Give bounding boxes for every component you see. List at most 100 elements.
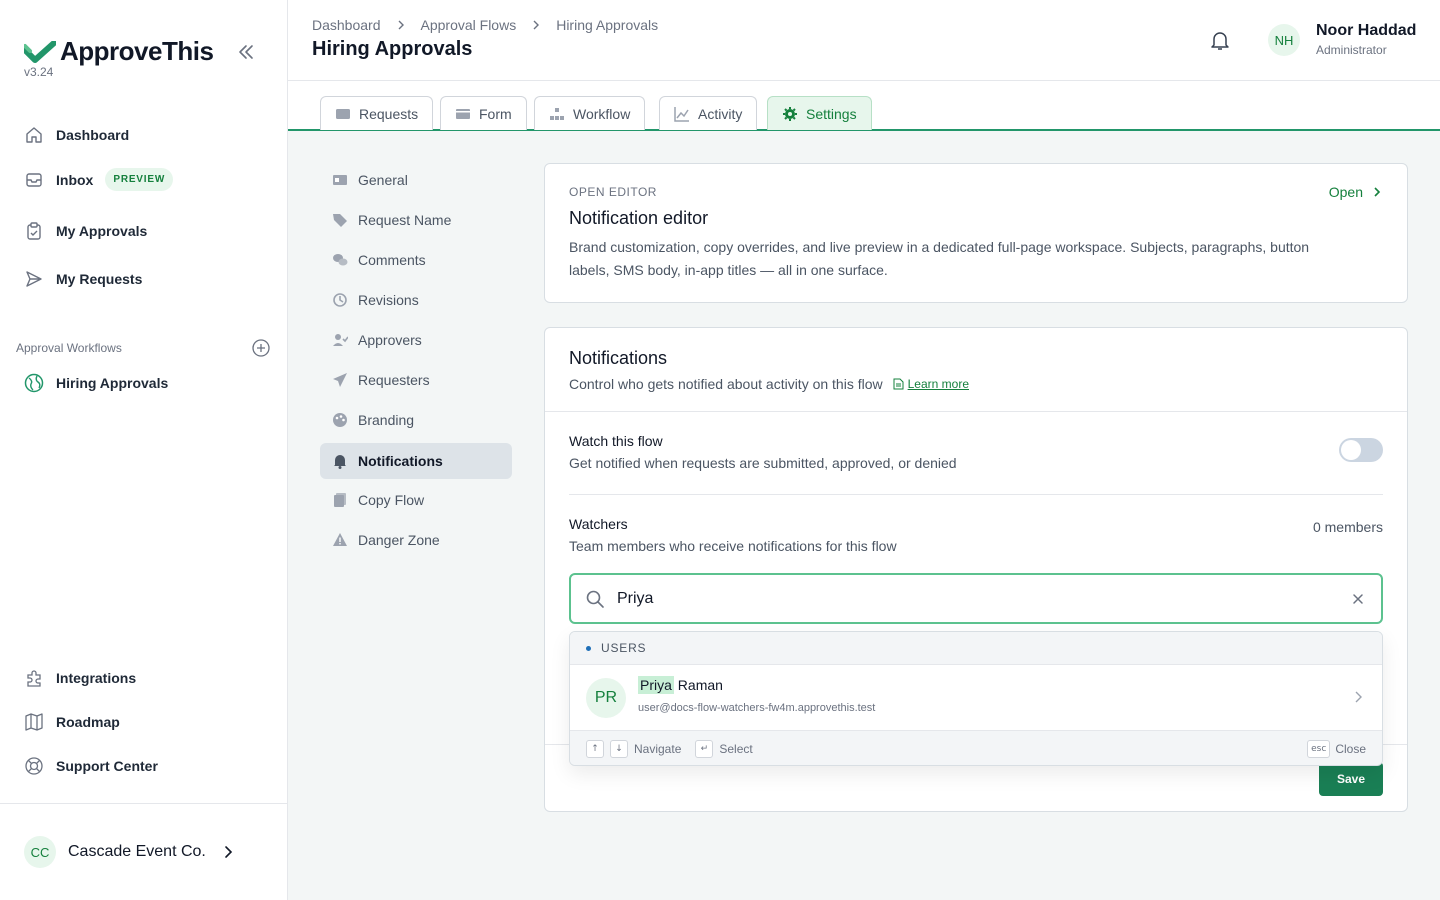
settings-notifications[interactable]: Notifications — [320, 443, 512, 479]
flow-tabs: Requests Form Workflow Activity Settings — [288, 81, 1440, 131]
nav-inbox[interactable]: Inbox PREVIEW — [24, 168, 174, 191]
tag-icon — [333, 214, 347, 227]
chevron-right-icon — [1374, 187, 1381, 197]
settings-revisions[interactable]: Revisions — [320, 282, 512, 318]
send-icon — [26, 271, 42, 287]
close-hint[interactable]: esc Close — [1307, 740, 1366, 758]
close-hint-label: Close — [1335, 742, 1366, 756]
flow-hiring-approvals-label: Hiring Approvals — [56, 375, 169, 391]
tab-requests-label: Requests — [359, 105, 419, 122]
editor-eyebrow: OPEN EDITOR — [569, 185, 657, 199]
save-button[interactable]: Save — [1319, 762, 1383, 796]
map-icon — [25, 713, 43, 731]
watcher-search-input[interactable] — [617, 589, 1317, 608]
notification-editor-card: OPEN EDITOR Notification editor Brand cu… — [544, 163, 1408, 303]
user-check-icon — [333, 334, 348, 346]
notifications-subtitle: Control who gets notified about activity… — [569, 376, 883, 392]
nav-integrations[interactable]: Integrations — [24, 668, 136, 688]
settings-approvers[interactable]: Approvers — [320, 322, 512, 358]
results-footer: ↑ ↓ Navigate ↵ Select esc Close — [570, 730, 1382, 765]
settings-copy-flow[interactable]: Copy Flow — [320, 482, 512, 518]
watch-flow-description: Get notified when requests are submitted… — [569, 455, 957, 471]
settings-request-name[interactable]: Request Name — [320, 202, 512, 238]
settings-general[interactable]: General — [320, 162, 512, 198]
flow-hiring-approvals[interactable]: Hiring Approvals — [24, 373, 168, 393]
tab-requests[interactable]: Requests — [320, 96, 434, 130]
collapse-sidebar-icon[interactable] — [234, 40, 258, 64]
nav-support-center[interactable]: Support Center — [24, 756, 158, 776]
inbox-tray-icon — [336, 108, 350, 119]
org-name: Cascade Event Co. — [68, 843, 206, 860]
editor-title: Notification editor — [569, 208, 709, 228]
tab-workflow[interactable]: Workflow — [534, 96, 646, 130]
gear-icon — [783, 106, 797, 121]
chevron-right-icon — [533, 20, 540, 30]
settings-danger-zone[interactable]: Danger Zone — [320, 522, 512, 558]
tab-activity[interactable]: Activity — [659, 96, 758, 130]
sidebar: ApproveThis v3.24 Dashboard Inbox PREVIE… — [0, 0, 288, 900]
results-group-header: USERS — [570, 632, 1382, 665]
esc-key-hint: esc — [1307, 740, 1331, 758]
preview-badge: PREVIEW — [105, 168, 174, 191]
breadcrumb-approval-flows[interactable]: Approval Flows — [421, 17, 517, 33]
settings-copy-flow-label: Copy Flow — [358, 492, 425, 508]
nav-my-requests-label: My Requests — [56, 271, 143, 287]
chevron-right-icon — [398, 20, 404, 30]
nav-my-approvals[interactable]: My Approvals — [24, 221, 147, 241]
group-dot — [586, 645, 591, 651]
result-avatar: PR — [586, 677, 626, 718]
page-title: Hiring Approvals — [312, 38, 473, 60]
nav-my-requests[interactable]: My Requests — [24, 269, 142, 289]
settings-comments[interactable]: Comments — [320, 242, 512, 278]
organization-switcher[interactable]: CC Cascade Event Co. — [0, 803, 287, 900]
nav-roadmap[interactable]: Roadmap — [24, 712, 120, 732]
open-editor-link[interactable]: Open — [1329, 184, 1383, 200]
tab-settings[interactable]: Settings — [767, 96, 872, 130]
up-key-hint: ↑ — [586, 739, 604, 758]
bell-icon — [334, 455, 346, 469]
app-logo[interactable]: ApproveThis — [24, 36, 214, 67]
user-name: Noor Haddad — [1316, 22, 1417, 39]
tab-form[interactable]: Form — [440, 96, 527, 130]
puzzle-icon — [27, 670, 41, 687]
editor-description: Brand customization, copy overrides, and… — [569, 239, 1310, 278]
tab-settings-label: Settings — [806, 105, 857, 122]
open-editor-label: Open — [1328, 184, 1363, 200]
search-icon — [586, 590, 604, 608]
approval-workflows-heading: Approval Workflows — [16, 341, 122, 355]
chevron-right-icon — [1355, 691, 1362, 703]
nav-support-center-label: Support Center — [56, 758, 158, 774]
select-hint: Select — [719, 741, 753, 756]
nav-my-approvals-label: My Approvals — [56, 223, 148, 239]
inbox-icon — [26, 172, 42, 187]
add-workflow-icon[interactable] — [251, 338, 271, 358]
watch-flow-label: Watch this flow — [569, 433, 663, 449]
settings-danger-zone-label: Danger Zone — [358, 532, 440, 548]
settings-request-name-label: Request Name — [358, 212, 452, 228]
app-name: ApproveThis — [60, 36, 214, 66]
nav-integrations-label: Integrations — [56, 670, 137, 686]
result-item[interactable]: PR Priya Raman user@docs-flow-watchers-f… — [570, 665, 1382, 730]
settings-general-label: General — [358, 172, 408, 188]
clipboard-icon — [27, 222, 41, 240]
settings-comments-label: Comments — [358, 252, 426, 268]
watcher-search-results: USERS PR Priya Raman user@docs-flow-watc… — [569, 631, 1383, 766]
settings-branding[interactable]: Branding — [320, 402, 512, 438]
lifebuoy-icon — [25, 757, 43, 775]
settings-requesters[interactable]: Requesters — [320, 362, 512, 398]
learn-more-link[interactable]: Learn more — [893, 377, 969, 391]
watcher-search-box[interactable] — [569, 573, 1383, 624]
globe-icon — [24, 373, 44, 393]
nav-dashboard[interactable]: Dashboard — [24, 125, 129, 145]
learn-more-label: Learn more — [907, 377, 969, 391]
breadcrumb-hiring-approvals[interactable]: Hiring Approvals — [556, 17, 658, 33]
notifications-subtitle-row: Control who gets notified about activity… — [569, 376, 969, 392]
watch-flow-toggle[interactable] — [1339, 438, 1383, 462]
breadcrumb-dashboard[interactable]: Dashboard — [312, 17, 381, 33]
result-name: Priya Raman — [638, 676, 723, 694]
enter-key-hint: ↵ — [695, 739, 714, 758]
clear-search-icon[interactable] — [1349, 590, 1367, 608]
notifications-bell-icon[interactable] — [1208, 28, 1232, 52]
user-avatar[interactable]: NH — [1268, 24, 1300, 56]
settings-notifications-label: Notifications — [358, 453, 443, 469]
